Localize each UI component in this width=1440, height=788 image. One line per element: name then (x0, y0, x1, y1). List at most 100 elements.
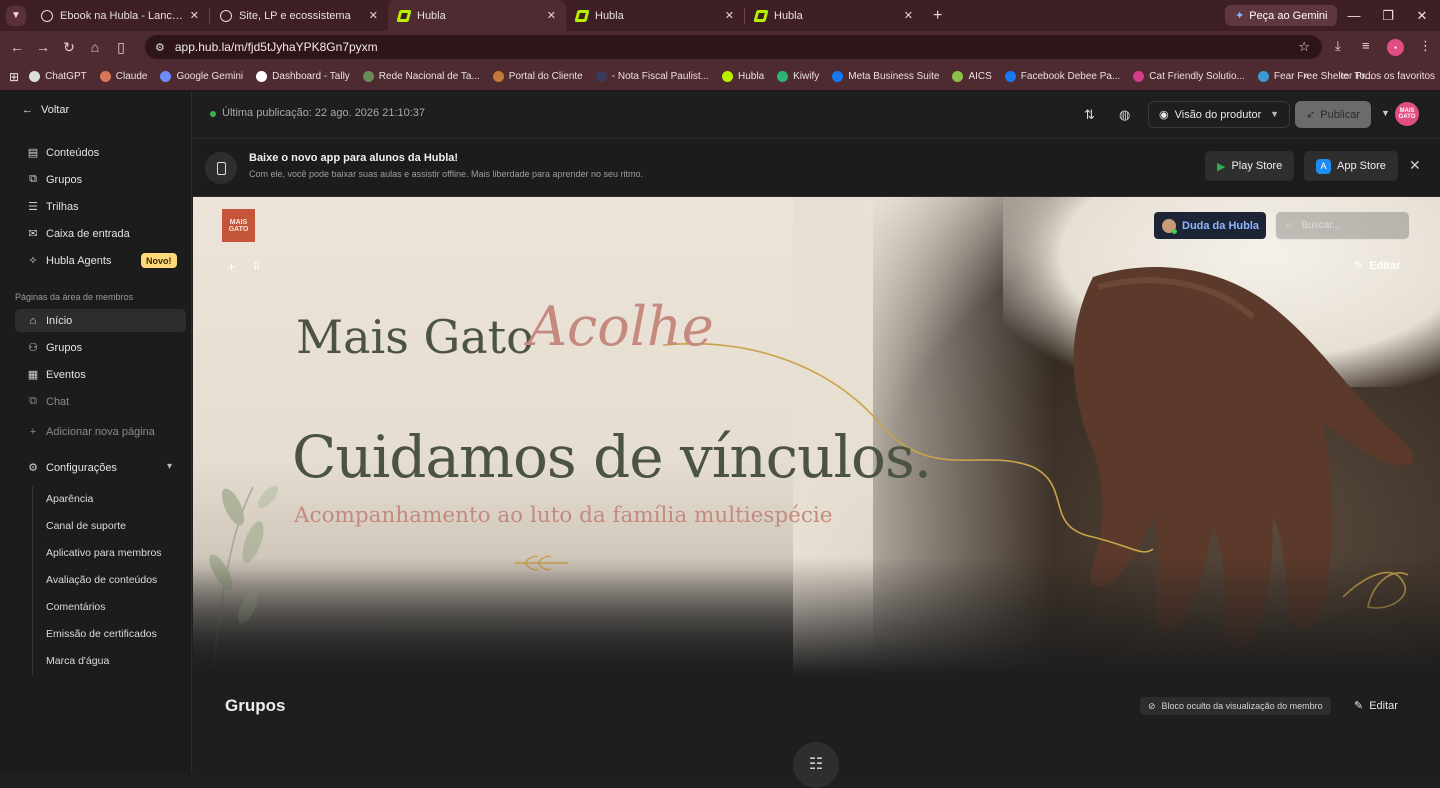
close-icon[interactable]: ✕ (369, 9, 378, 22)
close-icon[interactable]: ✕ (1409, 157, 1421, 174)
bookmark-item[interactable]: Claude (99, 71, 148, 82)
bookmark-item[interactable]: AICS (952, 71, 992, 82)
bookmark-item[interactable]: Facebook Debee Pa... (1004, 71, 1120, 82)
split-view-icon[interactable]: ▯ (108, 39, 134, 56)
bookmark-label: - Nota Fiscal Paulist... (611, 71, 709, 82)
bookmark-item[interactable]: Hubla (722, 71, 764, 82)
sort-arrows-icon[interactable]: ⇅ (1084, 107, 1095, 123)
edit-label: Editar (1369, 259, 1401, 272)
settings-item-comentarios[interactable]: Comentários (46, 601, 106, 613)
tab-title: Site, LP e ecossistema (239, 9, 351, 22)
settings-item-aplicativo[interactable]: Aplicativo para membros (46, 547, 162, 559)
settings-item-canal-suporte[interactable]: Canal de suporte (46, 520, 126, 532)
browser-tab[interactable]: Site, LP e ecossistema ✕ (210, 0, 388, 31)
sidebar-item-trilhas[interactable]: ☰ Trilhas (15, 195, 186, 218)
search-input[interactable]: ⌕ Buscar... (1275, 211, 1410, 240)
bookmark-item[interactable]: Dashboard - Tally (256, 71, 350, 82)
restore-icon[interactable]: ❐ (1372, 0, 1404, 31)
site-info-icon[interactable]: ⚙ (155, 41, 165, 54)
bookmark-item[interactable]: Google Gemini (160, 71, 243, 82)
play-store-button[interactable]: ▶ Play Store (1205, 151, 1295, 181)
edit-hero-button[interactable]: ✎ Editar (1354, 259, 1401, 273)
app-store-icon: A (1316, 158, 1331, 174)
browser-tab-active[interactable]: Hubla ✕ (388, 0, 566, 31)
sidebar-item-grupos-page[interactable]: ⚇ Grupos (15, 336, 186, 359)
sidebar-item-conteudos[interactable]: ▤ Conteúdos (15, 141, 186, 164)
download-icon[interactable]: ⤓ (1335, 38, 1341, 54)
bookmark-star-icon[interactable]: ☆ (1298, 39, 1310, 55)
tab-search-button[interactable]: ▼ (6, 5, 26, 26)
bookmark-list: ChatGPT Claude Google Gemini Dashboard - Ta… (29, 71, 1386, 82)
palette-icon[interactable]: ◍ (1119, 107, 1130, 123)
apps-grid-icon[interactable]: ⊞ (9, 70, 19, 84)
avatar[interactable]: MAIS GATO (1395, 102, 1419, 126)
sidebar-item-label: Conteúdos (46, 146, 100, 159)
sidebar-item-eventos[interactable]: ▦ Eventos (15, 363, 186, 386)
edit-grupos-button[interactable]: ✎ Editar (1354, 699, 1398, 713)
browser-tab[interactable]: Hubla ✕ (745, 0, 923, 31)
eye-icon: ◉ (1159, 109, 1169, 121)
home-icon[interactable]: ⌂ (82, 39, 108, 55)
browser-tab[interactable]: Ebook na Hubla - Lancamento ✕ (31, 0, 209, 31)
bookmark-item[interactable]: Rede Nacional de Ta... (362, 71, 480, 82)
settings-item-marca-dagua[interactable]: Marca d'água (46, 655, 109, 667)
user-chip[interactable]: Duda da Hubla (1154, 212, 1266, 239)
address-bar[interactable]: ⚙ app.hub.la/m/fjd5tJyhaYPK8Gn7pyxm ☆ (145, 35, 1322, 59)
bookmark-item[interactable]: Cat Friendly Solutio... (1133, 71, 1245, 82)
add-block-icon[interactable]: + (228, 260, 235, 274)
add-page-label: Adicionar nova página (46, 425, 155, 438)
sidebar-item-inicio[interactable]: ⌂ Início (15, 309, 186, 332)
browser-tab[interactable]: Hubla ✕ (566, 0, 744, 31)
close-icon[interactable]: ✕ (904, 9, 913, 22)
close-icon[interactable]: ✕ (190, 9, 199, 22)
close-window-icon[interactable]: ✕ (1406, 0, 1438, 31)
chevron-down-icon[interactable]: ▼ (1381, 108, 1390, 118)
bookmark-item[interactable]: ChatGPT (29, 71, 87, 82)
bookmark-favicon-icon (952, 71, 964, 82)
sidebar-item-chat[interactable]: ⧉ Chat (15, 390, 186, 413)
eye-off-icon: ⊘ (1148, 700, 1156, 711)
minimize-icon[interactable]: — (1338, 0, 1370, 31)
view-mode-select[interactable]: ◉ Visão do produtor ▼ (1148, 101, 1290, 128)
back-arrow-icon[interactable]: ← (4, 39, 30, 55)
bookmark-item[interactable]: Portal do Cliente (492, 71, 583, 82)
bookmark-label: Kiwify (793, 71, 820, 82)
settings-item-avaliacao[interactable]: Avaliação de conteúdos (46, 574, 157, 586)
bookmark-label: Claude (115, 71, 148, 82)
users-icon: ⚇ (28, 342, 38, 354)
back-label: Voltar (41, 104, 70, 116)
chatgpt-icon (41, 9, 53, 22)
bookmark-item[interactable]: - Nota Fiscal Paulist... (595, 71, 709, 82)
close-icon[interactable]: ✕ (725, 9, 734, 22)
all-bookmarks-button[interactable]: ▭ Todos os favoritos (1340, 71, 1435, 82)
drag-handle-icon[interactable]: ⠿ (253, 262, 260, 273)
profile-avatar-icon[interactable]: ● (1387, 39, 1404, 56)
settings-item-certificados[interactable]: Emissão de certificados (46, 628, 157, 640)
sidebar-item-grupos[interactable]: ⧉ Grupos (15, 168, 186, 191)
reload-icon[interactable]: ↻ (56, 39, 82, 56)
bookmark-item[interactable]: Kiwify (777, 71, 819, 82)
sidebar-item-hubla-agents[interactable]: ✧ Hubla Agents Novo! (15, 249, 186, 272)
app-store-button[interactable]: A App Store (1304, 151, 1398, 181)
settings-item-aparencia[interactable]: Aparência (46, 493, 93, 505)
sidebar-item-label: Caixa de entrada (46, 227, 130, 240)
sidebar-item-caixa-de-entrada[interactable]: ✉ Caixa de entrada (15, 222, 186, 245)
bookmark-label: AICS (968, 71, 992, 82)
more-bookmarks-icon[interactable]: » (1303, 70, 1309, 82)
app-download-banner: Baixe o novo app para alunos da Hubla! C… (193, 139, 1440, 197)
bookmark-item[interactable]: Meta Business Suite (832, 71, 939, 82)
edit-icon: ✎ (1354, 700, 1364, 712)
book-icon: ▤ (27, 147, 39, 159)
sidebar-item-label: Configurações (46, 461, 117, 474)
sidebar-item-configuracoes[interactable]: ⚙ Configurações ▾ (15, 456, 186, 479)
add-page-button[interactable]: + Adicionar nova página (15, 420, 186, 443)
gemini-button[interactable]: ✦ Peça ao Gemini (1225, 5, 1338, 26)
publish-button[interactable]: ➶ Publicar (1295, 101, 1371, 128)
back-button[interactable]: ← Voltar (22, 104, 69, 116)
close-icon[interactable]: ✕ (547, 9, 556, 22)
browser-menu-icon[interactable]: ⋮ (1419, 38, 1432, 54)
forward-arrow-icon[interactable]: → (30, 39, 56, 55)
browser-tab-strip: ▼ Ebook na Hubla - Lancamento ✕ Site, LP… (0, 0, 1440, 31)
media-control-icon[interactable]: ≡ (1362, 38, 1370, 53)
new-tab-icon[interactable]: + (933, 7, 942, 25)
